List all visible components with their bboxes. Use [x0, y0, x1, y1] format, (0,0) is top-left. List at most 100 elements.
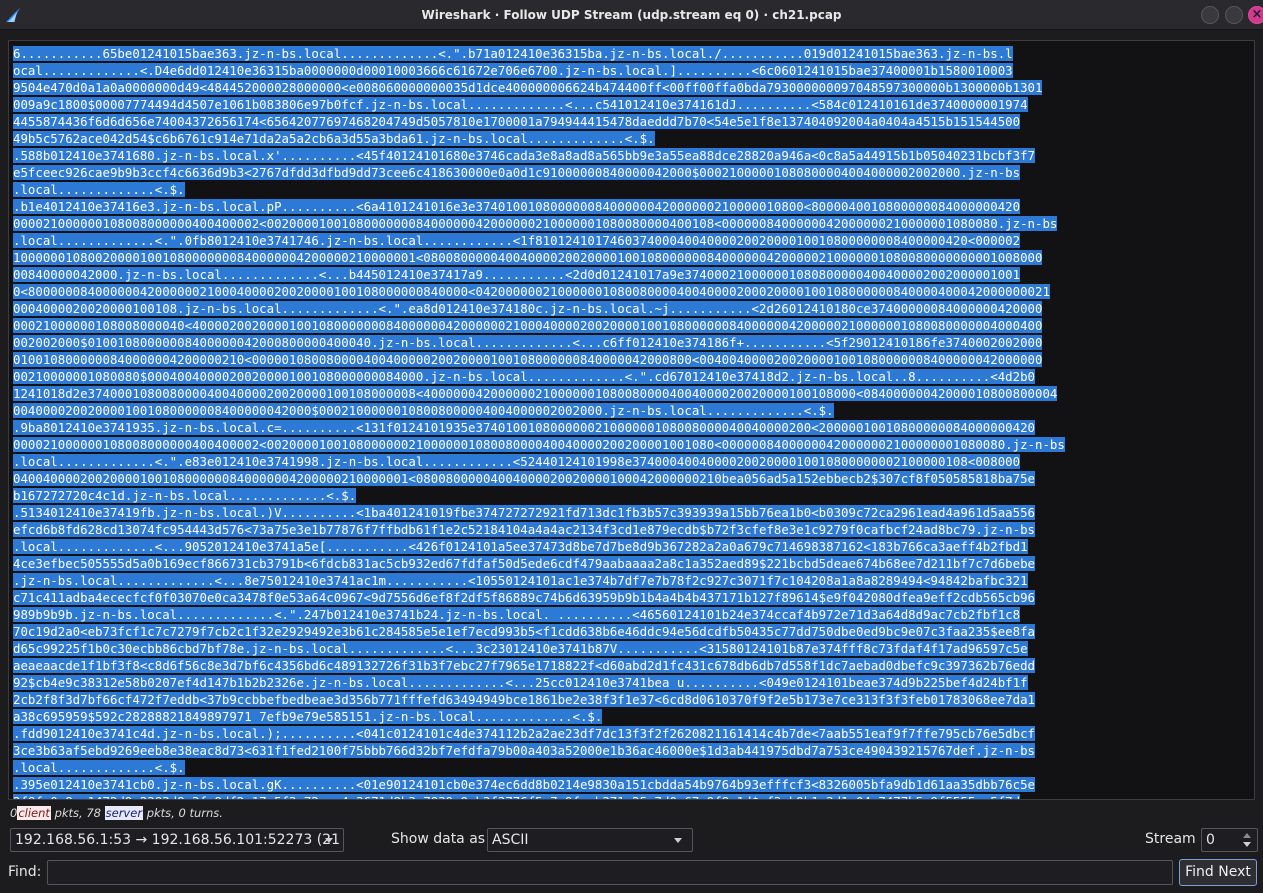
stream-line-text: .local.............<.".0fb8012410e374174… — [13, 233, 1021, 248]
stream-line-text: 000021000000108008000000400400002<002000… — [13, 216, 1058, 231]
stream-line: .local.............<...9052012410e3741a5… — [13, 538, 1249, 555]
stream-line-text: 00210000001080080$0004004000020020000100… — [13, 369, 1035, 384]
stream-line: .9ba8012410e3741935.jz-n-bs.local.c=....… — [13, 419, 1249, 436]
chevron-down-icon — [674, 838, 682, 843]
stream-line: 49b5c5762ace042d54$c6b6761c914e71da2a5a2… — [13, 130, 1249, 147]
stream-line-text: .local.............<.".e83e012410e374199… — [13, 454, 1021, 469]
server-tag: server — [104, 806, 144, 820]
stream-line: .local.............<.$. — [13, 759, 1249, 776]
stream-line-text: 70c19d2a0<eb73fcf1c7c7279f7cb2c1f32e2929… — [13, 624, 1035, 639]
stream-line-text: .local.............<...9052012410e3741a5… — [13, 539, 1028, 554]
stream-line: c71c411adba4ececfcf0f03070e0ca3478f0e53a… — [13, 589, 1249, 606]
show-data-as-label: Show data as — [391, 831, 486, 847]
stream-content-view[interactable]: 6...........65be01241015bae363.jz-n-bs.l… — [8, 40, 1255, 800]
stream-line-text: 2cb2f8f3d7bf66cf472f7eddb<37b9ccbbefbedb… — [13, 692, 1035, 707]
summary-end-text: pkts, 0 turns. — [143, 806, 223, 820]
stream-line-text: 000021000000108008000000400400002<002000… — [13, 437, 1065, 452]
stream-line: .jz-n-bs.local.............<...8e7501241… — [13, 572, 1249, 589]
stream-line: 0004000020020000100108.jz-n-bs.local....… — [13, 300, 1249, 317]
stream-line: .local.............<.$. — [13, 181, 1249, 198]
stream-line-text: 92$cb4e9c38312e58b0207ef4d147b1b2b2326e.… — [13, 675, 1028, 690]
stream-line: e5fceec926cae9b9b3ccf4c6636d9b3<2767dfdd… — [13, 164, 1249, 181]
stream-line-text: aeaeaacde1f1bf3f8<c8d6f56c8e3d7bf6c4356b… — [13, 658, 1035, 673]
stream-text[interactable]: 6...........65be01241015bae363.jz-n-bs.l… — [13, 45, 1249, 799]
stream-line: 9504e470d0a1a0a0000000d49<48445200002800… — [13, 79, 1249, 96]
stream-line: 0040000200200001001080000008400000042000… — [13, 402, 1249, 419]
stream-line-text: .fdd9012410e3741c4d.jz-n-bs.local.);....… — [13, 726, 1035, 741]
window-title: Wireshark · Follow UDP Stream (udp.strea… — [421, 8, 842, 22]
stream-line-text: 002002000$010010800000084000000420008000… — [13, 335, 1043, 350]
stream-line: .395e012410e3741cb0.jz-n-bs.local.gK....… — [13, 776, 1249, 793]
find-label: Find: — [8, 864, 42, 880]
minimize-button[interactable] — [1201, 6, 1219, 24]
maximize-button[interactable] — [1225, 6, 1243, 24]
stream-line-text: efcd6b8fd628cd13074fc954443d576<73a75e3e… — [13, 522, 1035, 537]
stream-line-text: 2f8fc0c8ee1472d9c2383d8e3fe8df2c17c5f3e7… — [13, 794, 1021, 799]
stream-line-text: 0040000200200001001080000008400000042000… — [13, 403, 834, 418]
stream-line: 4455874436f6d6d656e74004372656174<656420… — [13, 113, 1249, 130]
stream-line: 4ce3efbec505555d5a0b169ecf866731cb3791b<… — [13, 555, 1249, 572]
stream-number-value: 0 — [1206, 832, 1215, 848]
show-data-as-value: ASCII — [492, 832, 529, 848]
stream-line: 6...........65be01241015bae363.jz-n-bs.l… — [13, 45, 1249, 62]
stream-line-text: a38c695959$592c28288821849897971 7efb9e7… — [13, 709, 603, 724]
stream-line-text: 0100108000000840000004200000210<00000108… — [13, 352, 1043, 367]
find-input[interactable] — [47, 860, 1173, 885]
stream-line: 2cb2f8f3d7bf66cf472f7eddb<37b9ccbbefbedb… — [13, 691, 1249, 708]
stream-line-text: 00021000000108008000040<4000020020000100… — [13, 318, 1043, 333]
client-tag: client — [17, 806, 51, 820]
stream-line: 009a9c1800$00007774494d4507e1061b083806e… — [13, 96, 1249, 113]
stream-line-text: .jz-n-bs.local.............<...8e7501241… — [13, 573, 1028, 588]
stream-line: 0100108000000840000004200000210<00000108… — [13, 351, 1249, 368]
stream-line: 00210000001080080$0004004000020020000100… — [13, 368, 1249, 385]
stream-line-text: d65c99225f1b0c30ecbb86cbd7bf78e.jz-n-bs.… — [13, 641, 1028, 656]
stream-line: 1241018d2e374000108008000040040000200200… — [13, 385, 1249, 402]
stream-line: 000021000000108008000000400400002<002000… — [13, 215, 1249, 232]
stream-line: b167272720c4c1d.jz-n-bs.local...........… — [13, 487, 1249, 504]
stream-number-label: Stream — [1145, 831, 1196, 847]
stream-line: .local.............<.".0fb8012410e374174… — [13, 232, 1249, 249]
stream-line-text: 1000000108002000010010800000008400000042… — [13, 250, 1043, 265]
stream-line: ocal.............<.D4e6dd012410e36315ba0… — [13, 62, 1249, 79]
stream-line: 00840000042000.jz-n-bs.local............… — [13, 266, 1249, 283]
stream-line: 3ce3b63af5ebd9269eeb8e38eac8d73<631f1fed… — [13, 742, 1249, 759]
stream-line-text: .local.............<.$. — [13, 760, 185, 775]
stream-line: d65c99225f1b0c30ecbb86cbd7bf78e.jz-n-bs.… — [13, 640, 1249, 657]
stream-line-text: 0400400002002000010010800000084000000420… — [13, 471, 1035, 486]
close-button[interactable]: × — [1248, 6, 1263, 24]
stream-line: .5134012410e37419fb.jz-n-bs.local.)V....… — [13, 504, 1249, 521]
close-icon: × — [1251, 7, 1263, 22]
spin-up-icon[interactable] — [1243, 833, 1251, 838]
stream-line-text: 0004000020020000100108.jz-n-bs.local....… — [13, 301, 1043, 316]
stream-line-text: e5fceec926cae9b9b3ccf4c6636d9b3<2767dfdd… — [13, 165, 1021, 180]
stream-line: .fdd9012410e3741c4d.jz-n-bs.local.);....… — [13, 725, 1249, 742]
stream-line-text: 6...........65be01241015bae363.jz-n-bs.l… — [13, 46, 1013, 61]
chevron-down-icon — [325, 838, 333, 843]
stream-line-text: b167272720c4c1d.jz-n-bs.local...........… — [13, 488, 357, 503]
stream-line-text: 3ce3b63af5ebd9269eeb8e38eac8d73<631f1fed… — [13, 743, 1035, 758]
stream-line: .local.............<.".e83e012410e374199… — [13, 453, 1249, 470]
stream-line: 000021000000108008000000400400002<002000… — [13, 436, 1249, 453]
stream-line: aeaeaacde1f1bf3f8<c8d6f56c8e3d7bf6c4356b… — [13, 657, 1249, 674]
stream-line-text: 0<80000008400000042000000210004000020020… — [13, 284, 1050, 299]
title-bar: Wireshark · Follow UDP Stream (udp.strea… — [0, 0, 1263, 30]
stream-line-text: 9504e470d0a1a0a0000000d49<48445200002800… — [13, 80, 1043, 95]
stream-line-text: 009a9c1800$00007774494d4507e1061b083806e… — [13, 97, 1028, 112]
stream-line: 2f8fc0c8ee1472d9c2383d8e3fe8df2c17c5f3e7… — [13, 793, 1249, 799]
spin-down-icon[interactable] — [1243, 842, 1251, 847]
stream-line-text: 49b5c5762ace042d54$c6b6761c914e71da2a5a2… — [13, 131, 655, 146]
stream-line: 70c19d2a0<eb73fcf1c7c7279f7cb2c1f32e2929… — [13, 623, 1249, 640]
stream-line: a38c695959$592c28288821849897971 7efb9e7… — [13, 708, 1249, 725]
stream-line-text: 00840000042000.jz-n-bs.local............… — [13, 267, 1021, 282]
stream-line-text: 1241018d2e374000108008000040040000200200… — [13, 386, 1058, 401]
stream-line-text: .395e012410e3741cb0.jz-n-bs.local.gK....… — [13, 777, 1035, 792]
stream-number-spinbox[interactable]: 0 — [1201, 828, 1258, 852]
stream-line-text: .5134012410e37419fb.jz-n-bs.local.)V....… — [13, 505, 1035, 520]
conversation-select[interactable]: 192.168.56.1:53 → 192.168.56.101:52273 (… — [10, 828, 344, 852]
stream-line-text: .9ba8012410e3741935.jz-n-bs.local.c=....… — [13, 420, 1035, 435]
stream-line: .b1e4012410e37416e3.jz-n-bs.local.pP....… — [13, 198, 1249, 215]
stream-line-text: ocal.............<.D4e6dd012410e36315ba0… — [13, 63, 1013, 78]
stream-line: 00021000000108008000040<4000020020000100… — [13, 317, 1249, 334]
show-data-as-select[interactable]: ASCII — [487, 828, 693, 852]
find-next-button[interactable]: Find Next — [1179, 859, 1257, 886]
